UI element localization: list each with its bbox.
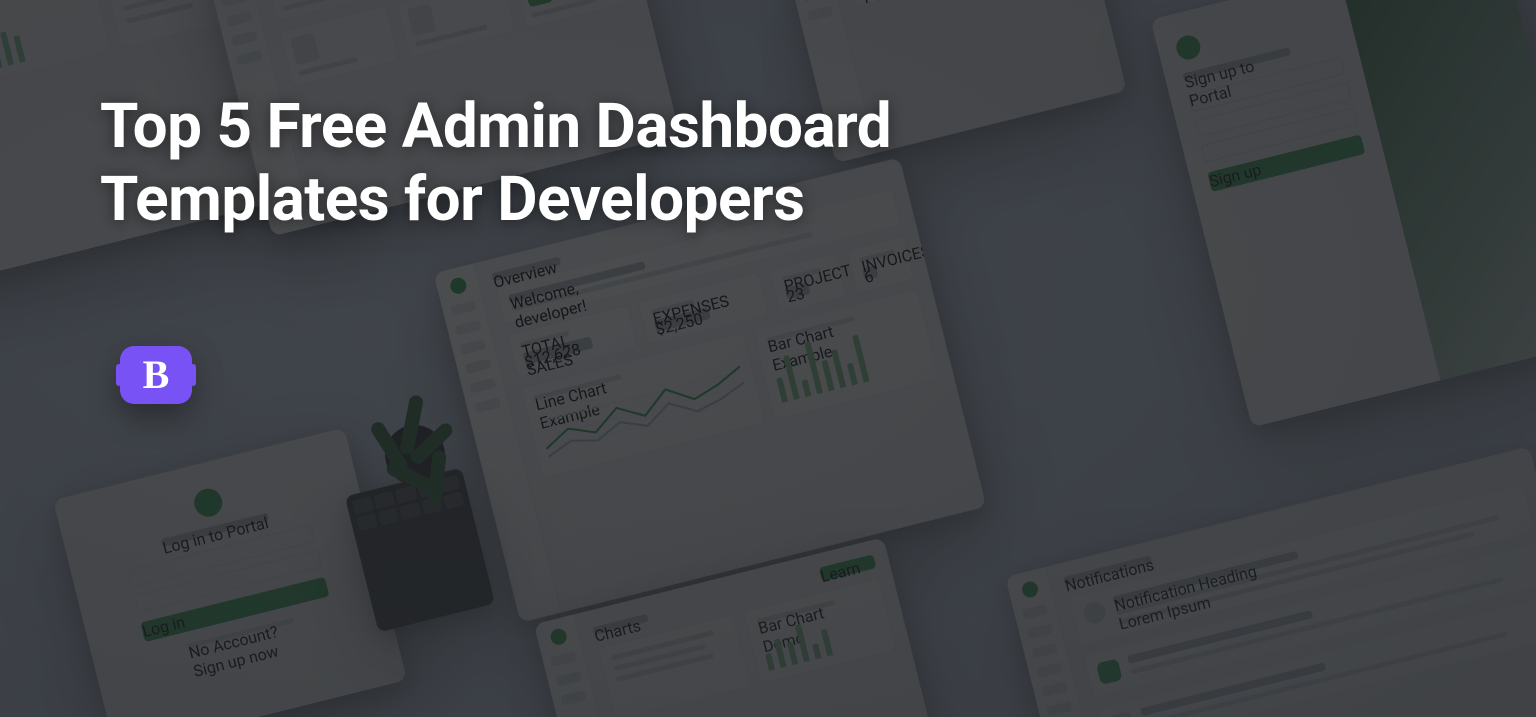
bootstrap-icon: B (120, 346, 192, 404)
bootstrap-letter: B (143, 355, 170, 395)
hero-title: Top 5 Free Admin Dashboard Templates for… (100, 90, 1050, 236)
hero: Top 5 Free Admin Dashboard Templates for… (100, 90, 1476, 236)
